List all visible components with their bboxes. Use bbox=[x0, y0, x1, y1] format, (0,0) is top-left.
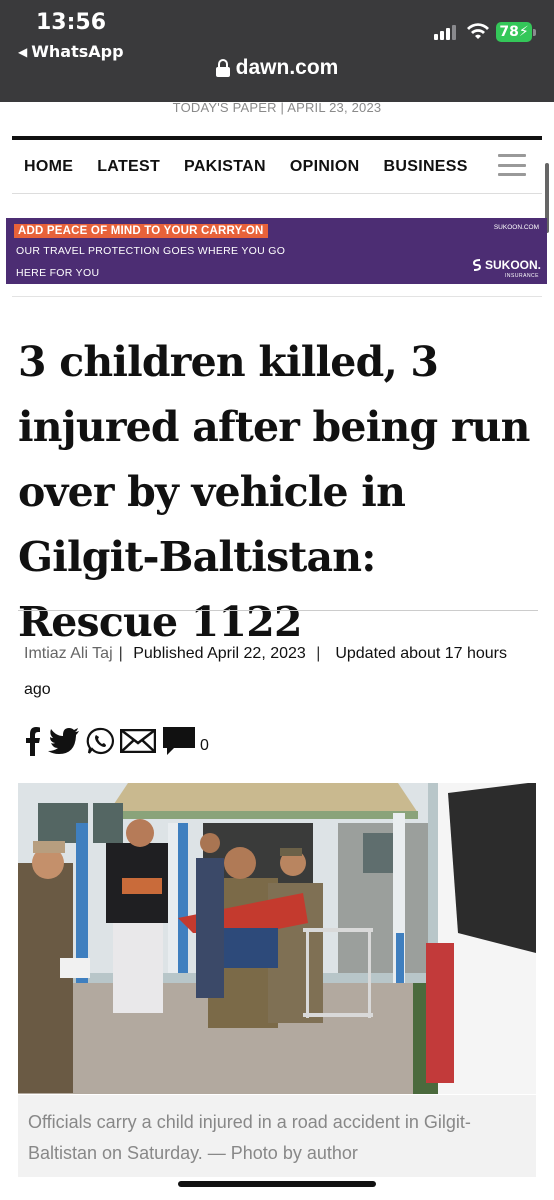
nav-item-opinion[interactable]: OPINION bbox=[290, 158, 360, 176]
facebook-icon[interactable] bbox=[24, 726, 42, 756]
divider bbox=[18, 610, 538, 611]
main-nav: HOME LATEST PAKISTAN OPINION BUSINESS bbox=[12, 136, 542, 194]
ios-status-bar: 13:56 ◀ WhatsApp 78 ⚡ dawn.com bbox=[0, 0, 554, 102]
ad-subtagline: HERE FOR YOU bbox=[16, 267, 100, 279]
byline-separator: | bbox=[118, 645, 123, 662]
twitter-icon[interactable] bbox=[48, 728, 80, 754]
ad-tagline: OUR TRAVEL PROTECTION GOES WHERE YOU GO bbox=[16, 245, 286, 257]
ad-brand-sub: INSURANCE bbox=[505, 273, 539, 279]
wifi-icon bbox=[467, 23, 489, 39]
article-photo[interactable] bbox=[18, 783, 536, 1094]
comment-icon[interactable] bbox=[162, 726, 196, 756]
divider bbox=[12, 296, 542, 297]
whatsapp-icon[interactable] bbox=[86, 727, 114, 755]
share-bar: 0 bbox=[24, 726, 209, 756]
photo-illustration bbox=[18, 783, 536, 1094]
email-icon[interactable] bbox=[120, 729, 156, 753]
battery-level: 78 bbox=[499, 24, 519, 40]
home-indicator[interactable] bbox=[178, 1181, 376, 1187]
cellular-signal-icon bbox=[434, 24, 456, 40]
comment-count[interactable]: 0 bbox=[200, 737, 209, 755]
byline-separator: | bbox=[311, 645, 325, 662]
battery-icon: 78 ⚡ bbox=[496, 22, 536, 42]
address-bar[interactable]: dawn.com bbox=[0, 56, 554, 80]
ad-site: SUKOON.COM bbox=[493, 224, 539, 231]
lock-icon bbox=[215, 59, 230, 77]
nav-item-business[interactable]: BUSINESS bbox=[384, 158, 468, 176]
menu-icon[interactable] bbox=[498, 154, 526, 176]
advertisement-banner[interactable]: ADD PEACE OF MIND TO YOUR CARRY-ON OUR T… bbox=[6, 218, 547, 284]
ad-brand-logo: SUKOON. bbox=[472, 258, 541, 272]
ad-headline: ADD PEACE OF MIND TO YOUR CARRY-ON bbox=[14, 224, 268, 238]
sukoon-logo-icon bbox=[472, 259, 481, 271]
status-time: 13:56 bbox=[36, 10, 107, 35]
photo-caption: Officials carry a child injured in a roa… bbox=[18, 1095, 536, 1177]
ad-brand-name: SUKOON. bbox=[484, 258, 541, 272]
article-byline: Imtiaz Ali Taj | Published April 22, 2023… bbox=[24, 636, 524, 708]
nav-item-latest[interactable]: LATEST bbox=[97, 158, 160, 176]
address-domain: dawn.com bbox=[235, 56, 339, 79]
todays-paper-link[interactable]: TODAY'S PAPER | APRIL 23, 2023 bbox=[0, 100, 554, 115]
published-date: Published April 22, 2023 bbox=[133, 645, 306, 662]
article-headline: 3 children killed, 3 injured after being… bbox=[18, 338, 530, 646]
nav-item-pakistan[interactable]: PAKISTAN bbox=[184, 158, 266, 176]
author-link[interactable]: Imtiaz Ali Taj bbox=[24, 645, 113, 662]
nav-item-home[interactable]: HOME bbox=[24, 158, 73, 176]
